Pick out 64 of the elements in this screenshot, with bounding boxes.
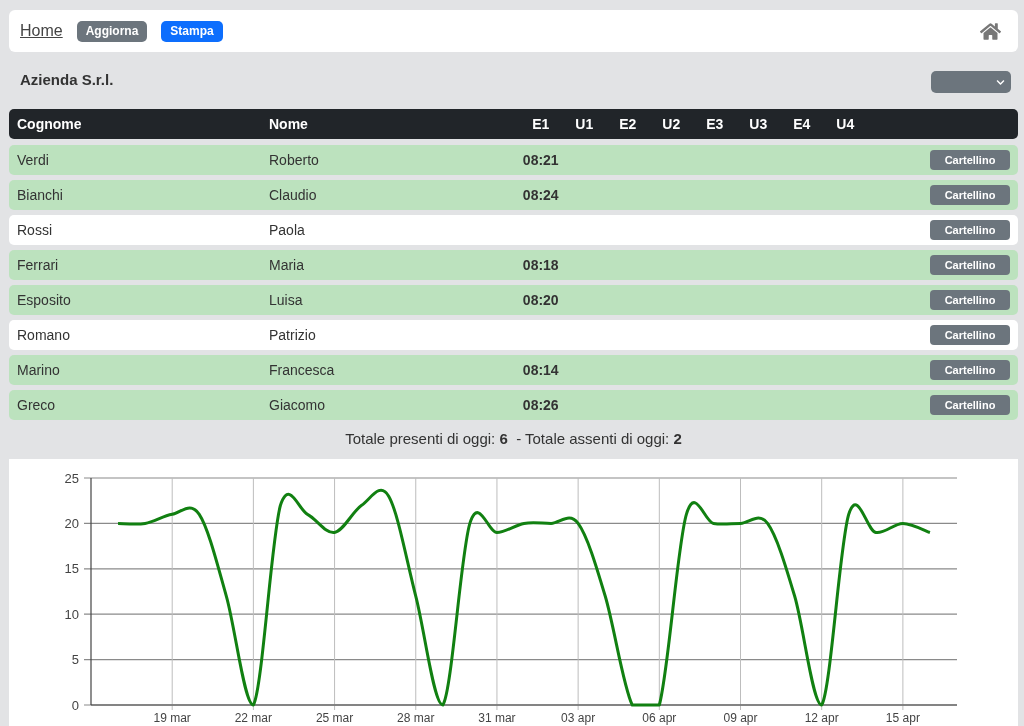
attendance-summary: Totale presenti di oggi: 6 - Totale assenti di oggi: 2 [345,429,682,450]
timecard-button[interactable]: Cartellino [930,290,1010,310]
table-cell-text: Giacomo [269,395,326,415]
timecard-button[interactable]: Cartellino [930,150,1010,170]
x-axis-label: 22 mar [234,711,273,725]
table-cell-text: 08:26 [522,395,559,415]
table-cell-text: 08:18 [522,255,559,275]
timecard-button[interactable]: Cartellino [930,185,1010,205]
table-cell-text: 08:14 [522,360,559,380]
home-icon[interactable] [980,20,1001,42]
table-cell-text: 08:20 [522,290,559,310]
column-header: E1 [532,114,550,134]
y-axis-label: 25 [64,470,79,486]
table-cell-text: Bianchi [17,185,63,205]
print-button[interactable]: Stampa [161,20,223,42]
timecard-button[interactable]: Cartellino [930,360,1010,380]
timecard-button[interactable]: Cartellino [930,395,1010,415]
column-header: U4 [836,114,855,134]
column-header: E3 [706,114,724,134]
x-axis-label: 31 mar [478,711,516,725]
x-axis-label: 19 mar [153,711,191,725]
home-link[interactable]: Home [20,21,63,41]
table-cell-text: Francesca [269,360,335,380]
x-axis-label: 12 apr [804,711,839,725]
refresh-button[interactable]: Aggiorna [76,20,148,42]
table-cell-text: 08:21 [522,150,559,170]
table-cell-text: Romano [17,325,70,345]
table-cell-text: Maria [269,255,304,275]
table-cell-text: Luisa [269,290,303,310]
column-header: U1 [575,114,594,134]
table-cell-text: Claudio [269,185,317,205]
column-header: Cognome [17,114,82,134]
y-axis-label: 15 [64,561,79,577]
y-axis-label: 10 [64,606,79,622]
x-axis-label: 09 apr [723,711,758,725]
y-axis-label: 0 [71,697,79,713]
column-header: E4 [793,114,811,134]
table-cell-text: Verdi [17,150,49,170]
table-cell-text: Rossi [17,220,52,240]
column-header: U3 [749,114,768,134]
table-cell-text: Greco [17,395,56,415]
x-axis-label: 15 apr [885,711,920,725]
column-header: Nome [269,114,308,134]
timecard-button[interactable]: Cartellino [930,255,1010,275]
company-name: Azienda S.r.l. [20,70,114,91]
timecard-button[interactable]: Cartellino [930,325,1010,345]
table-cell-text: Paola [269,220,305,240]
chevron-down-icon [996,77,1005,87]
column-header: E2 [619,114,637,134]
x-axis-label: 03 apr [561,711,596,725]
table-cell-text: Patrizio [269,325,316,345]
x-axis-label: 06 apr [642,711,677,725]
table-cell-text: 08:24 [522,185,559,205]
timecard-button[interactable]: Cartellino [930,220,1010,240]
y-axis-label: 20 [64,515,79,531]
y-axis-label: 5 [71,652,79,668]
table-cell-text: Esposito [17,290,71,310]
x-axis-label: 25 mar [315,711,354,725]
table-cell-text: Ferrari [17,255,59,275]
column-header: U2 [662,114,681,134]
select-field[interactable] [931,71,1011,93]
x-axis-label: 28 mar [397,711,435,725]
table-cell-text: Marino [17,360,60,380]
table-cell-text: Roberto [269,150,319,170]
